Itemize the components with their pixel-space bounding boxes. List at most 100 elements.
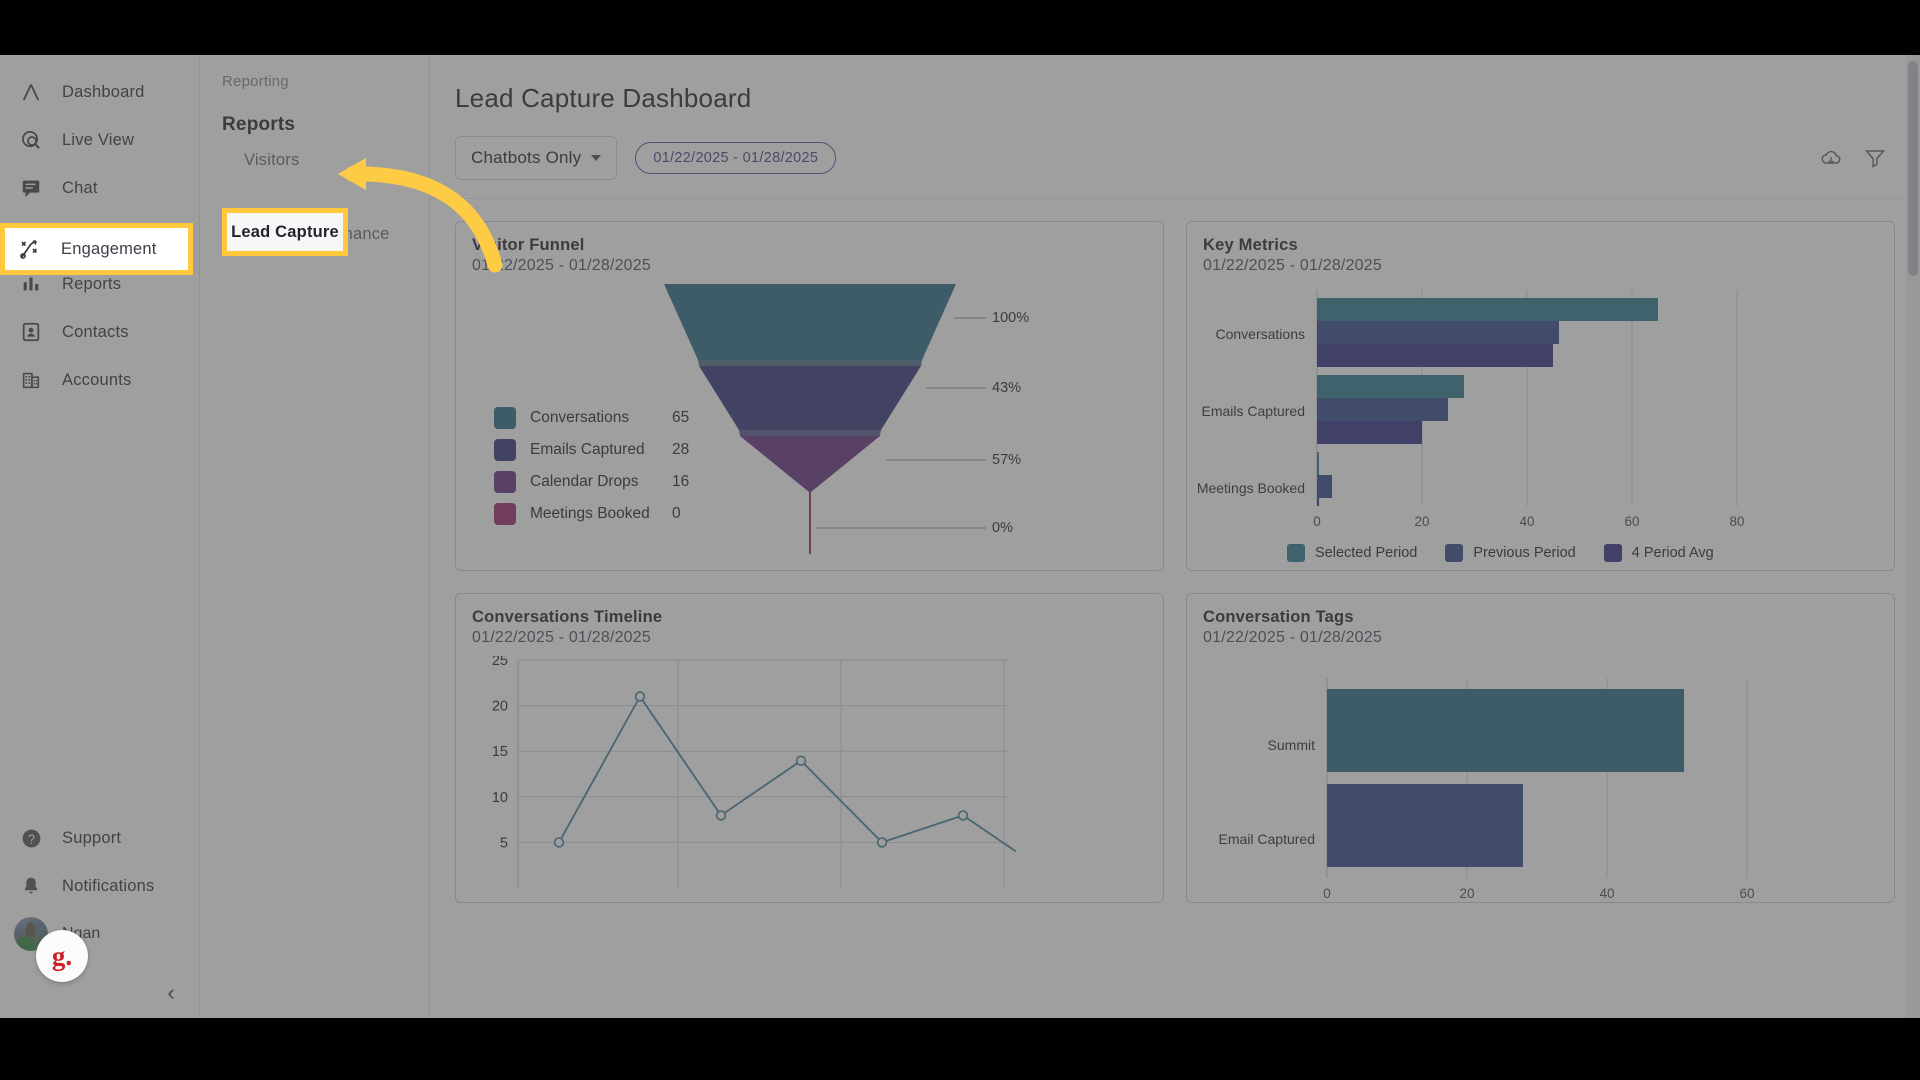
card-visitor-funnel: Visitor Funnel 01/22/2025 - 01/28/2025 1… [455, 221, 1164, 571]
legend-label: Meetings Booked [530, 505, 650, 522]
svg-text:?: ? [28, 832, 35, 846]
data-point[interactable] [715, 810, 727, 821]
card-subtitle: 01/22/2025 - 01/28/2025 [1203, 257, 1382, 274]
cloud-download-icon[interactable] [1819, 146, 1843, 170]
scrollbar-thumb[interactable] [1908, 61, 1918, 276]
legend-label: Conversations [530, 409, 630, 426]
data-point[interactable] [957, 810, 969, 821]
bell-icon [18, 873, 44, 899]
category-label: Email Captured [1219, 831, 1316, 847]
lambda-icon [18, 79, 44, 105]
data-point[interactable] [634, 691, 646, 702]
tags-chart: Summit Email Captured 0 20 40 60 [1187, 656, 1894, 902]
bar-previous-period [1317, 321, 1559, 344]
legend-swatch [494, 407, 516, 429]
card-subtitle: 01/22/2025 - 01/28/2025 [472, 257, 651, 274]
legend-label: Previous Period [1473, 545, 1576, 561]
legend-item[interactable]: Conversations 65 [494, 402, 689, 434]
tags-svg: Summit Email Captured 0 20 40 60 [1219, 678, 1755, 901]
screen: Dashboard Live View Chat Reports Contact… [0, 0, 1920, 1080]
category-label: Emails Captured [1202, 403, 1306, 419]
key-metrics-svg: Conversations Emails Captured Meetings B… [1197, 290, 1745, 529]
date-range-picker[interactable]: 01/22/2025 - 01/28/2025 [635, 142, 837, 174]
category-label: Meetings Booked [1197, 480, 1305, 496]
x-tick: 60 [1624, 514, 1639, 529]
data-point[interactable] [876, 837, 888, 848]
subnav-item-visitors[interactable]: Visitors [200, 142, 429, 179]
legend-item[interactable]: 4 Period Avg [1603, 544, 1714, 562]
card-subtitle: 01/22/2025 - 01/28/2025 [1203, 629, 1382, 646]
dashboard-toolbar: Chatbots Only 01/22/2025 - 01/28/2025 [430, 114, 1920, 199]
legend-value: 0 [672, 505, 681, 522]
funnel-legend: Conversations 65 Emails Captured 28 Cale… [494, 402, 689, 530]
sidebar-item-notifications[interactable]: Notifications [0, 862, 199, 910]
x-tick: 20 [1459, 886, 1474, 901]
accounts-icon [18, 367, 44, 393]
data-point[interactable] [795, 755, 807, 766]
secondary-nav-panel: Reporting Reports Visitors Agent Perform… [200, 55, 430, 1018]
bar-previous-period [1317, 475, 1332, 498]
card-conversations-timeline: Conversations Timeline 01/22/2025 - 01/2… [455, 593, 1164, 903]
primary-sidebar: Dashboard Live View Chat Reports Contact… [0, 55, 200, 1018]
legend-label: Calendar Drops [530, 473, 639, 490]
key-metrics-chart: Conversations Emails Captured Meetings B… [1187, 284, 1894, 570]
sidebar-item-chat[interactable]: Chat [0, 164, 199, 212]
x-tick: 60 [1739, 886, 1754, 901]
page-scrollbar[interactable] [1906, 55, 1920, 1018]
chatbot-filter-select[interactable]: Chatbots Only [455, 136, 618, 180]
g2-badge-label: g. [51, 940, 73, 971]
filter-select-label: Chatbots Only [471, 148, 582, 167]
g2-review-badge[interactable]: g. [36, 930, 88, 982]
legend-label: 4 Period Avg [1631, 545, 1714, 561]
card-title: Conversation Tags [1203, 608, 1354, 626]
chevron-down-icon [591, 155, 602, 161]
application-viewport: Dashboard Live View Chat Reports Contact… [0, 55, 1920, 1018]
legend-item[interactable]: Emails Captured 28 [494, 434, 689, 466]
sidebar-item-live-view[interactable]: Live View [0, 116, 199, 164]
funnel-pct-3: 57% [992, 452, 1021, 468]
sidebar-item-accounts[interactable]: Accounts [0, 356, 199, 404]
legend-swatch [494, 471, 516, 493]
sidebar-label: Accounts [62, 370, 132, 389]
legend-value: 28 [672, 441, 690, 458]
y-tick: 15 [492, 744, 508, 760]
timeline-line [558, 694, 1017, 853]
bar-selected-period [1317, 375, 1464, 398]
main-content: Lead Capture Dashboard Chatbots Only 01/… [430, 55, 1920, 1018]
legend-item[interactable]: Calendar Drops 16 [494, 466, 689, 498]
subnav-item-lead-capture[interactable]: Lead Capture [222, 208, 348, 256]
sidebar-label: Chat [62, 178, 98, 197]
bar-email-captured [1327, 784, 1523, 867]
sidebar-label: Dashboard [62, 82, 145, 101]
category-label: Summit [1268, 737, 1316, 753]
funnel-stage-conversations [664, 284, 956, 360]
card-conversation-tags: Conversation Tags 01/22/2025 - 01/28/202… [1186, 593, 1895, 903]
legend-value: 16 [672, 473, 690, 490]
collapse-sidebar-button[interactable]: ‹ [158, 980, 184, 1006]
x-tick: 0 [1313, 514, 1321, 529]
funnel-connector-1 [698, 360, 922, 366]
legend-swatch [1287, 544, 1305, 562]
sidebar-label: Live View [62, 130, 135, 149]
subnav-supertitle: Reporting [222, 73, 289, 90]
x-tick: 40 [1519, 514, 1534, 529]
legend-swatch [494, 503, 516, 525]
y-tick: 5 [500, 835, 508, 851]
sidebar-item-support[interactable]: ? Support [0, 814, 199, 862]
engagement-icon [17, 236, 43, 262]
legend-item[interactable]: Previous Period [1445, 544, 1576, 562]
sidebar-item-contacts[interactable]: Contacts [0, 308, 199, 356]
legend-item[interactable]: Selected Period [1287, 544, 1417, 562]
sidebar-item-dashboard[interactable]: Dashboard [0, 68, 199, 116]
sidebar-label: Contacts [62, 322, 129, 341]
filter-icon[interactable] [1863, 146, 1887, 170]
sidebar-user-row[interactable]: Ngan [0, 910, 199, 958]
sidebar-item-engagement[interactable]: Engagement [0, 223, 193, 275]
legend-item[interactable]: Meetings Booked 0 [494, 498, 689, 530]
data-point[interactable] [553, 837, 565, 848]
sidebar-bottom-nav: ? Support Notifications Ngan [0, 814, 199, 958]
live-view-icon [18, 127, 44, 153]
bar-4-period-avg [1317, 344, 1553, 367]
x-tick: 80 [1729, 514, 1744, 529]
sidebar-label: Notifications [62, 876, 155, 895]
